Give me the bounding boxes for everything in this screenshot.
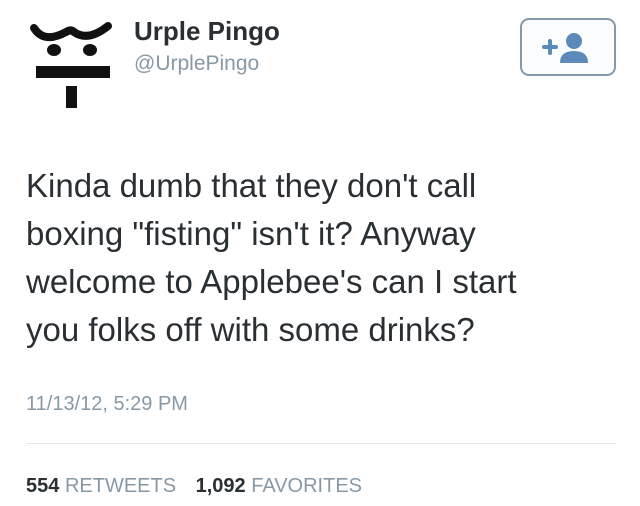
display-name[interactable]: Urple Pingo [134, 16, 280, 47]
user-handle[interactable]: @UrplePingo [134, 52, 259, 76]
tweet-line: welcome to Applebee's can I start [26, 263, 517, 300]
tweet-timestamp[interactable]: 11/13/12, 5:29 PM [26, 393, 188, 416]
retweets-label: RETWEETS [64, 475, 177, 497]
favorites-count: 1,092 [195, 475, 246, 497]
tweet-text: Kinda dumb that they don't call boxing "… [26, 162, 626, 354]
divider [26, 443, 616, 444]
tweet-line: boxing "fisting" isn't it? Anyway [26, 215, 476, 252]
tweet-line: Kinda dumb that they don't call [26, 167, 477, 204]
add-user-icon [542, 33, 588, 63]
follow-button[interactable] [520, 18, 616, 76]
tweet-card: Urple Pingo @UrplePingo Kinda dumb that … [0, 0, 640, 506]
retweets-count: 554 [26, 475, 60, 497]
face-drawing [30, 22, 112, 108]
tweet-line: you folks off with some drinks? [26, 311, 475, 348]
tweet-stats: 554 RETWEETS 1,092 FAVORITES [26, 475, 376, 498]
retweets-stat[interactable]: 554 RETWEETS [26, 475, 182, 497]
favorites-stat[interactable]: 1,092 FAVORITES [196, 475, 362, 497]
avatar[interactable] [28, 18, 114, 110]
favorites-label: FAVORITES [251, 475, 363, 497]
